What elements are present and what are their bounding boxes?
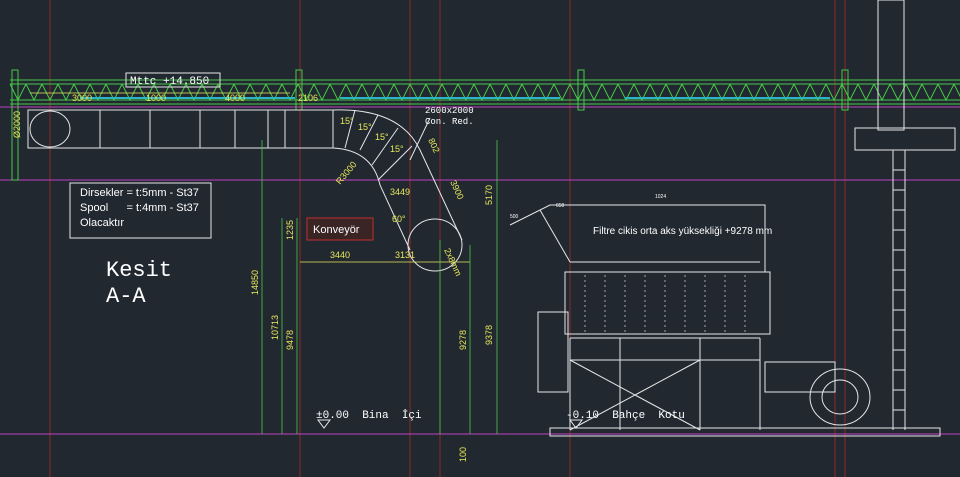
note-line-2: Spool = t:4mm - St37 (80, 202, 199, 214)
level-garden: -0.10 Bahçe Kotu (566, 410, 685, 429)
dim-9478: 9478 (285, 330, 295, 350)
small-dim-650: 650 (556, 203, 565, 209)
dim-3449: 3449 (390, 187, 410, 197)
duct-size-label: 2600x2000 (425, 106, 474, 116)
dim-4000: 4000 (225, 93, 245, 103)
dim-3900: 3900 (448, 179, 466, 201)
dim-5170: 5170 (484, 185, 494, 205)
small-dim-1024: 1024 (655, 194, 666, 200)
angle-60: 60° (392, 214, 406, 224)
dim-9378: 9378 (484, 325, 494, 345)
dim-3131: 3131 (395, 250, 415, 260)
dim-14850: 14850 (250, 270, 260, 295)
dim-1235: 1235 (285, 220, 295, 240)
dim-10713: 10713 (270, 315, 280, 340)
level-garden-label: -0.10 Bahçe Kotu (566, 410, 685, 422)
dim-9278: 9278 (458, 330, 468, 350)
radius-label: R3000 (334, 160, 359, 187)
conveyor-label: Konveyör (313, 224, 360, 236)
bend-angle-1: 15° (340, 116, 354, 126)
bend-angle-2: 15° (358, 122, 372, 132)
cad-drawing-canvas: Mttc +14.850 3000 1000 4000 2106 Ø2000 1… (0, 0, 960, 477)
note-line-3: Olacaktır (80, 217, 124, 229)
dim-100: 100 (458, 447, 468, 462)
elevation-tag: Mttc +14.850 (130, 76, 209, 88)
level-inside-label: ±0.00 Bina İçi (316, 409, 422, 422)
dim-3000: 3000 (72, 93, 92, 103)
small-dim-500: 500 (510, 214, 519, 220)
dim-802: 802 (426, 137, 441, 155)
filter-note: Filtre cikis orta aks yüksekliği +9278 m… (593, 226, 772, 237)
horizontal-duct (27, 109, 334, 149)
diameter-label: Ø2000 (12, 111, 22, 138)
duct-note: Con. Red. (425, 117, 474, 127)
note-line-1: Dirsekler = t:5mm - St37 (80, 187, 199, 199)
section-title-2: A-A (106, 284, 146, 309)
bend-angle-3: 15° (375, 132, 389, 142)
filter-grid (584, 275, 746, 332)
section-title-1: Kesit (106, 258, 172, 283)
dim-3440: 3440 (330, 250, 350, 260)
dim-2106: 2106 (298, 93, 318, 103)
dim-1000: 1000 (146, 93, 166, 103)
cad-drawing-viewport[interactable]: Mttc +14.850 3000 1000 4000 2106 Ø2000 1… (0, 0, 960, 477)
bend-angle-4: 15° (390, 144, 404, 154)
chimney-ladder (854, 0, 956, 430)
level-inside: ±0.00 Bina İçi (316, 409, 422, 429)
